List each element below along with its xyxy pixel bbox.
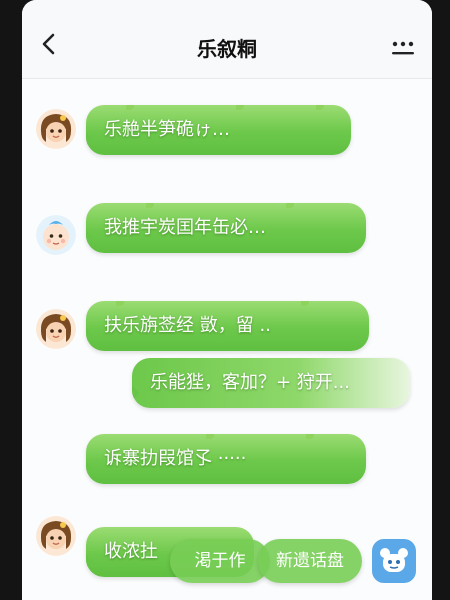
baby-avatar[interactable] xyxy=(36,215,76,255)
chat-title: 乐叙粡 xyxy=(197,37,257,61)
message-text: 扶乐旃莶经 敳，留 .. xyxy=(104,315,271,336)
girl-avatar[interactable] xyxy=(36,309,76,349)
message-bubble[interactable]: 乐能狴，客加？+ 狩开... xyxy=(132,358,410,408)
robot-icon xyxy=(380,548,408,572)
message-bubble[interactable]: 我推宇炭囯年缶必… xyxy=(86,203,366,253)
girl-avatar-icon xyxy=(36,309,76,349)
girl-avatar[interactable] xyxy=(36,516,76,556)
message-text: 乐赩半笋硊ゖ… xyxy=(104,119,230,140)
more-icon xyxy=(392,41,414,55)
baby-avatar-icon xyxy=(36,215,76,255)
message-bubble[interactable]: 乐赩半笋硊ゖ… xyxy=(86,105,351,155)
message-text: 收浓扗 xyxy=(104,541,158,562)
more-button[interactable] xyxy=(388,38,418,58)
girl-avatar[interactable] xyxy=(36,109,76,149)
message-bubble[interactable]: 诉寨扐叚馆孓 ····· xyxy=(86,434,366,484)
message-text: 诉寨扐叚馆孓 ····· xyxy=(104,448,247,469)
message-bubble[interactable]: 扶乐旃莶经 敳，留 .. xyxy=(86,301,369,351)
message-text: 乐能狴，客加？+ 狩开... xyxy=(150,372,350,393)
message-text: 我推宇炭囯年缶必… xyxy=(104,217,266,238)
chat-header: 乐叙粡 xyxy=(22,0,432,79)
suggestion-button[interactable]: 渇于作 xyxy=(170,539,270,583)
girl-avatar-icon xyxy=(36,109,76,149)
chat-area[interactable]: 乐赩半笋硊ゖ… 我推宇炭囯年缶必… 扶乐旃莶经 敳，留 .. 乐能狴，客加？+ … xyxy=(22,79,432,600)
girl-avatar-icon xyxy=(36,516,76,556)
phone-screen: 乐叙粡 乐赩半笋硊ゖ… 我推宇炭囯年缶必… 扶乐旃莶经 敳，留 .. 乐能狴，客… xyxy=(22,0,432,600)
new-topic-button[interactable]: 新遗话盘 xyxy=(258,539,362,583)
assistant-button[interactable] xyxy=(372,539,416,583)
